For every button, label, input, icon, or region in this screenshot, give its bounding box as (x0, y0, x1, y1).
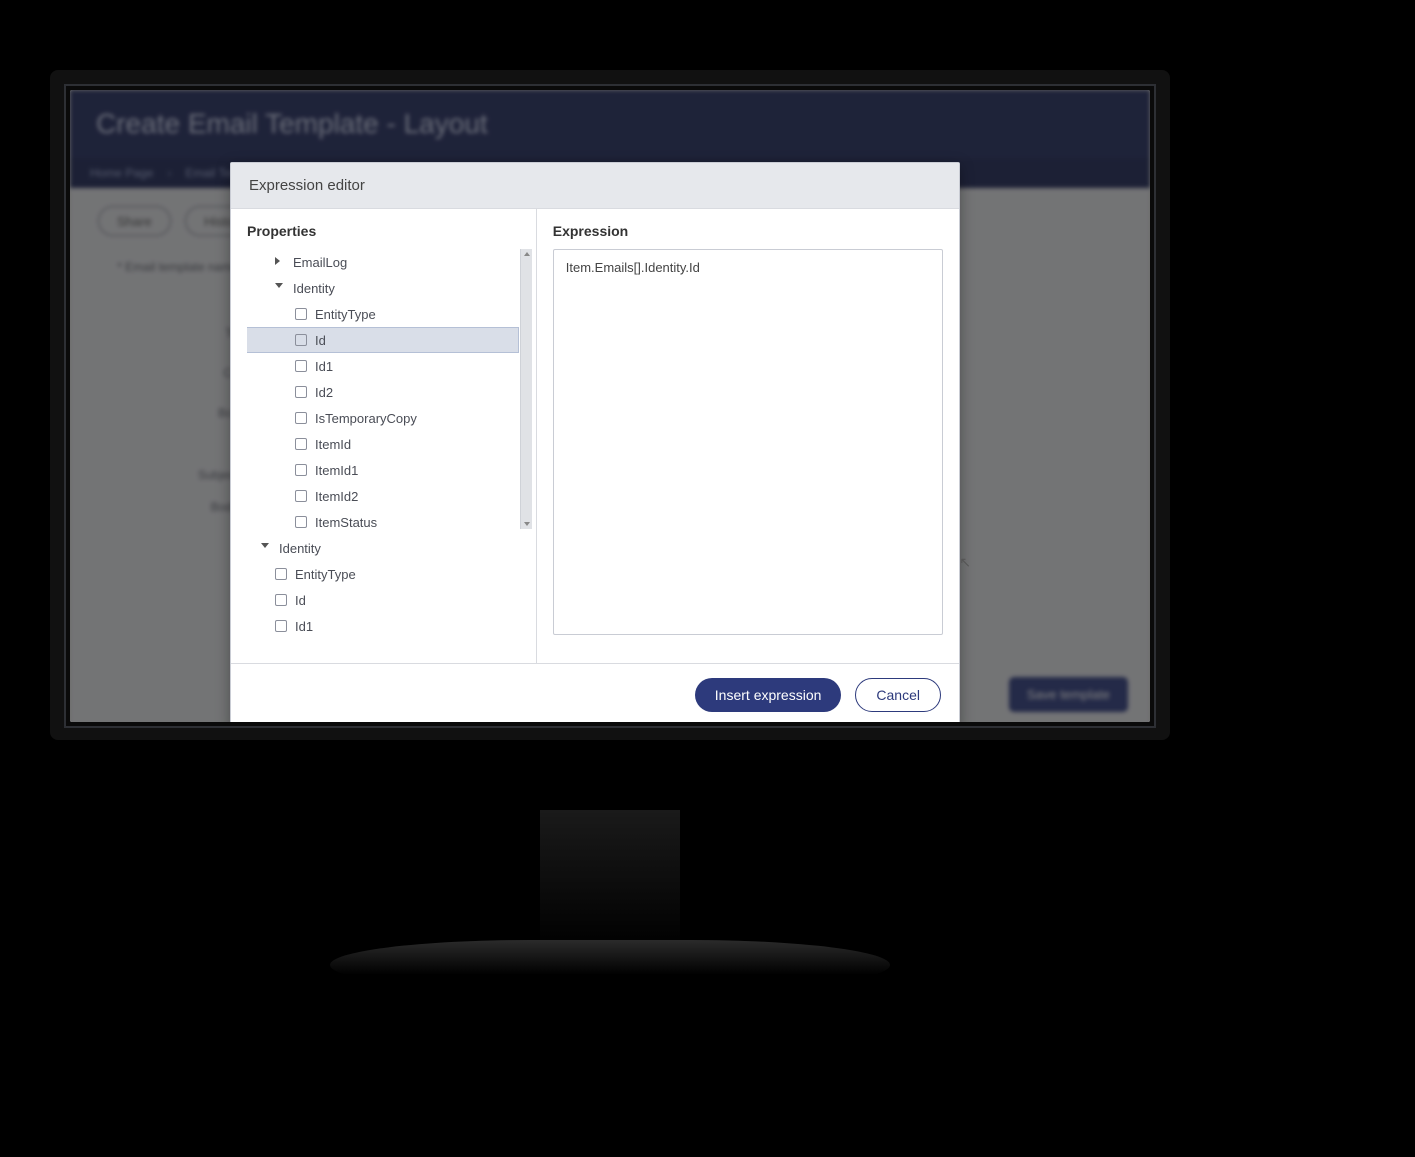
tree-node-id1-b[interactable]: Id1 (247, 613, 518, 639)
tree-node-id-b[interactable]: Id (247, 587, 518, 613)
tree-node-id[interactable]: Id (247, 327, 519, 353)
monitor-stand-base (330, 940, 890, 990)
expression-heading: Expression (553, 223, 943, 239)
tree-node-label: Id (295, 593, 306, 608)
property-icon (275, 620, 287, 632)
tree-node-identity-root[interactable]: Identity (247, 535, 518, 561)
tree-node-label: Id (315, 333, 326, 348)
tree-node-label: Identity (279, 541, 321, 556)
cursor-icon: ↖ (959, 554, 971, 571)
tree-node-istemporarycopy[interactable]: IsTemporaryCopy (247, 405, 518, 431)
scrollbar[interactable] (520, 249, 532, 529)
tree-node-label: ItemStatus (315, 515, 377, 530)
dialog-title: Expression editor (231, 163, 959, 209)
tree-node-entitytype[interactable]: EntityType (247, 301, 518, 327)
property-icon (295, 360, 307, 372)
tree-node-itemid1[interactable]: ItemId1 (247, 457, 518, 483)
tree-node-label: Id1 (315, 359, 333, 374)
tree-node-label: EmailLog (293, 255, 347, 270)
property-icon (295, 308, 307, 320)
tree-node-itemstatus[interactable]: ItemStatus (247, 509, 518, 535)
property-icon (275, 594, 287, 606)
tree-node-identity[interactable]: Identity (247, 275, 518, 301)
tree-node-label: ItemId2 (315, 489, 358, 504)
property-icon (295, 334, 307, 346)
tree-node-label: EntityType (295, 567, 356, 582)
tree-node-label: ItemId1 (315, 463, 358, 478)
tree-node-label: EntityType (315, 307, 376, 322)
property-icon (295, 490, 307, 502)
property-icon (295, 412, 307, 424)
tree-node-label: ItemId (315, 437, 351, 452)
property-icon (295, 464, 307, 476)
tree-node-label: Id2 (315, 385, 333, 400)
properties-heading: Properties (247, 223, 532, 239)
screen: Create Email Template - Layout Home Page… (70, 90, 1150, 722)
expression-editor-dialog: Expression editor Properties EmailLog (230, 162, 960, 722)
property-icon (295, 386, 307, 398)
tree-node-itemid2[interactable]: ItemId2 (247, 483, 518, 509)
monitor-stand-neck (540, 810, 680, 950)
tree-node-label: IsTemporaryCopy (315, 411, 417, 426)
tree-node-label: Id1 (295, 619, 313, 634)
tree-node-emaillog[interactable]: EmailLog (247, 249, 518, 275)
cancel-button[interactable]: Cancel (855, 678, 941, 712)
chevron-down-icon (275, 283, 285, 293)
chevron-down-icon (261, 543, 271, 553)
property-icon (295, 438, 307, 450)
tree-node-id2[interactable]: Id2 (247, 379, 518, 405)
tree-node-entitytype2[interactable]: EntityType (247, 561, 518, 587)
expression-textarea[interactable] (553, 249, 943, 635)
insert-expression-button[interactable]: Insert expression (695, 678, 842, 712)
tree-node-id1[interactable]: Id1 (247, 353, 518, 379)
tree-node-label: Identity (293, 281, 335, 296)
chevron-right-icon (275, 257, 285, 267)
property-icon (275, 568, 287, 580)
tree-node-itemid[interactable]: ItemId (247, 431, 518, 457)
properties-tree[interactable]: EmailLog Identity EntityType (247, 249, 532, 649)
property-icon (295, 516, 307, 528)
